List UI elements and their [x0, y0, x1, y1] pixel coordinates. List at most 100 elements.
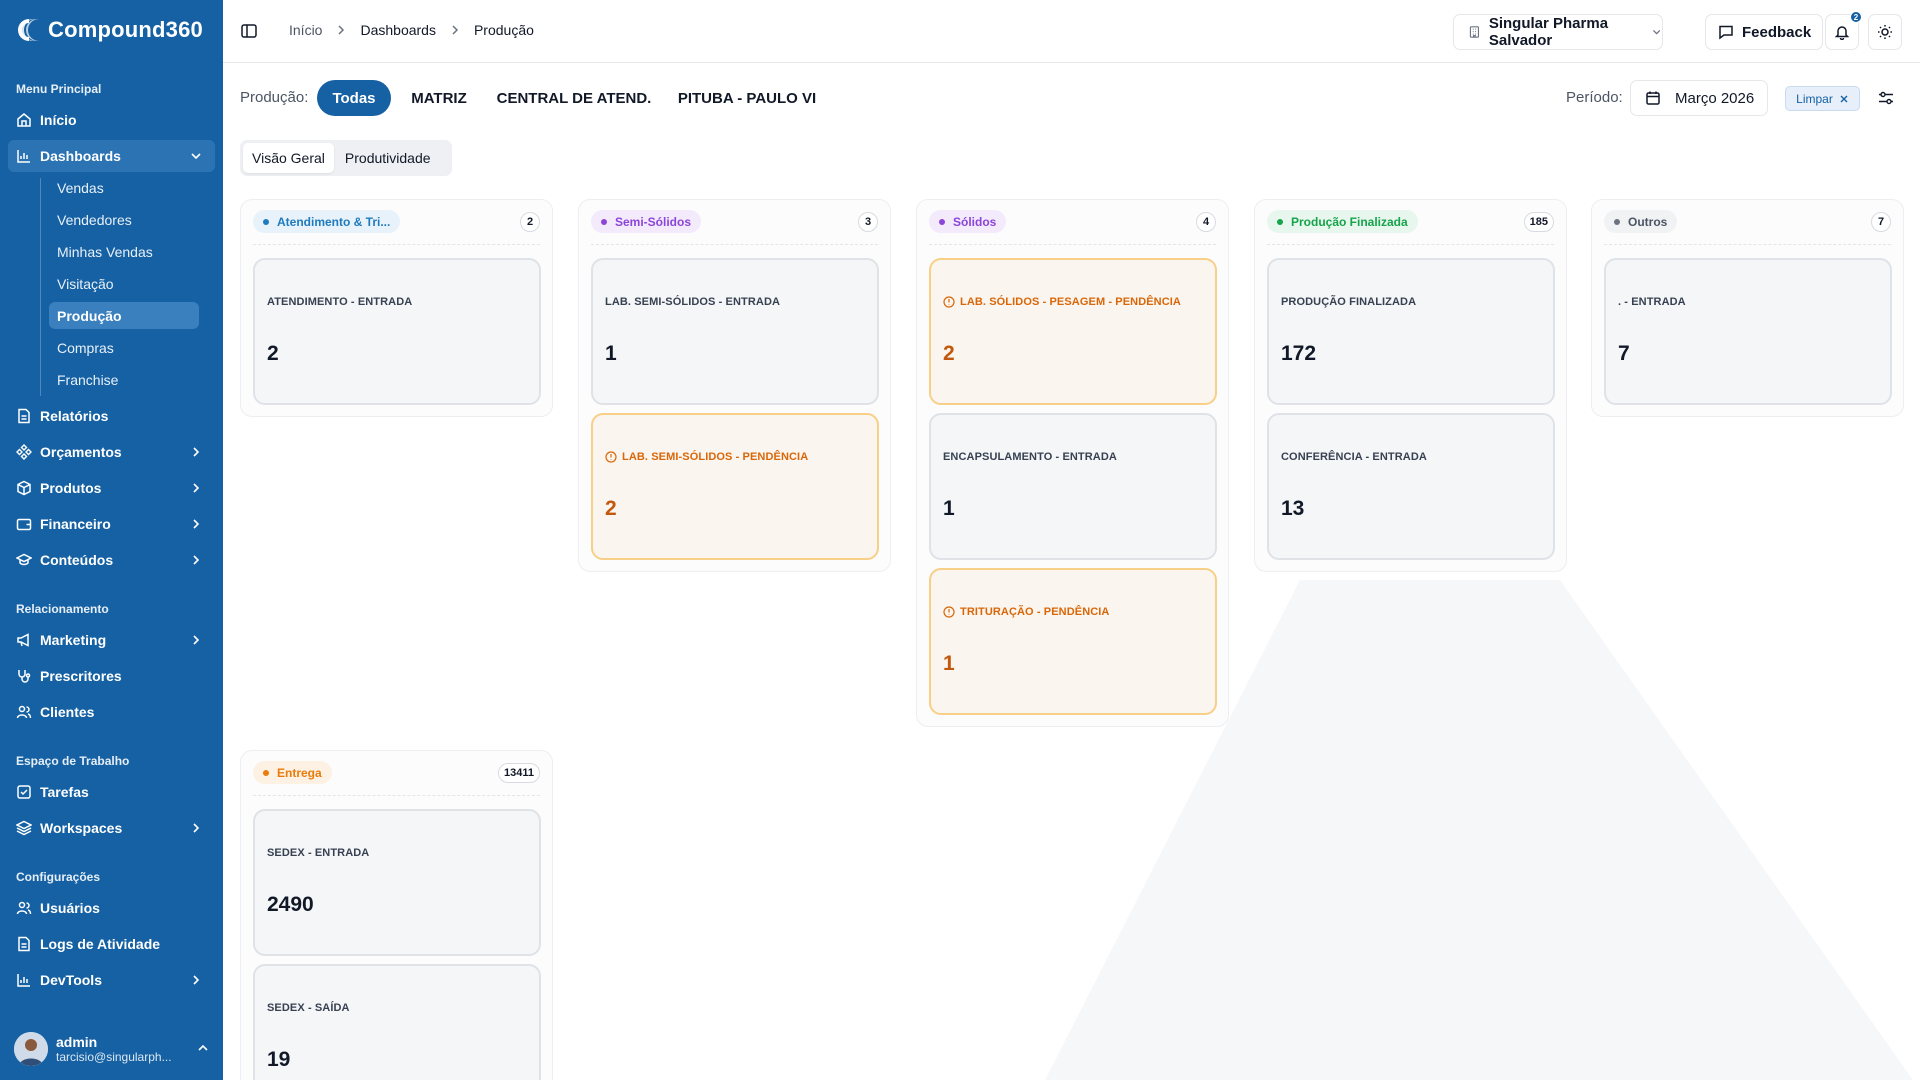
sidebar-item-logs[interactable]: Logs de Atividade [8, 928, 215, 960]
period-label: Período: [1566, 89, 1623, 106]
stage-card[interactable]: ATENDIMENTO - ENTRADA 2 [253, 258, 541, 405]
period-picker[interactable]: Março 2026 [1630, 80, 1768, 116]
chip-pituba[interactable]: PITUBA - PAULO VI [672, 80, 822, 116]
diamonds-icon [16, 444, 32, 460]
column-count: 4 [1196, 212, 1216, 232]
stage-card[interactable]: SEDEX - ENTRADA 2490 [253, 809, 541, 956]
sidebar-item-financeiro[interactable]: Financeiro [8, 508, 215, 540]
column-producao-finalizada: Produção Finalizada 185 PRODUÇÃO FINALIZ… [1254, 199, 1567, 572]
sliders-icon[interactable] [1878, 90, 1894, 106]
breadcrumb: Início Dashboards Produção [289, 22, 534, 38]
sidebar-item-tarefas[interactable]: Tarefas [8, 776, 215, 808]
card-title: PRODUÇÃO FINALIZADA [1281, 296, 1416, 308]
sidebar-item-label: Orçamentos [40, 444, 122, 460]
column-title: Outros [1604, 210, 1678, 233]
message-square-icon [1719, 25, 1733, 40]
card-title: SEDEX - SAÍDA [267, 1002, 350, 1014]
sidebar-subitem-vendas[interactable]: Vendas [49, 174, 199, 201]
stage-card[interactable]: SEDEX - SAÍDA 19 [253, 964, 541, 1080]
close-icon [1840, 95, 1848, 102]
bar-chart-icon [16, 148, 32, 164]
chip-todas[interactable]: Todas [317, 80, 391, 116]
stage-card[interactable]: CONFERÊNCIA - ENTRADA 13 [1267, 413, 1555, 560]
production-filter-label: Produção: [240, 89, 309, 106]
theme-toggle-button[interactable] [1868, 14, 1902, 50]
chevron-up-icon [198, 1044, 208, 1051]
sidebar-item-conteudos[interactable]: Conteúdos [8, 544, 215, 576]
sidebar-item-orcamentos[interactable]: Orçamentos [8, 436, 215, 468]
sidebar-subitem-vendedores[interactable]: Vendedores [49, 206, 199, 233]
sidebar-item-usuarios[interactable]: Usuários [8, 892, 215, 924]
graduation-cap-icon [16, 552, 32, 568]
column-count: 3 [858, 212, 878, 232]
card-value: 172 [1281, 342, 1317, 365]
column-solidos: Sólidos 4 LAB. SÓLIDOS - PESAGEM - PENDÊ… [916, 199, 1229, 727]
stage-card[interactable]: ENCAPSULAMENTO - ENTRADA 1 [929, 413, 1217, 560]
sidebar-subitem-compras[interactable]: Compras [49, 334, 199, 361]
sidebar-toggle-icon[interactable] [240, 22, 258, 40]
stage-card[interactable]: PRODUÇÃO FINALIZADA 172 [1267, 258, 1555, 405]
card-value: 1 [943, 652, 955, 675]
sidebar-subitem-franchise[interactable]: Franchise [49, 366, 199, 393]
app-logo[interactable]: Compound360 [16, 17, 203, 43]
column-divider [591, 244, 878, 245]
sidebar-item-relatorios[interactable]: Relatórios [8, 400, 215, 432]
clear-filter-button[interactable]: Limpar [1785, 86, 1860, 111]
column-entrega: Entrega 13411 SEDEX - ENTRADA 2490 SEDEX… [240, 750, 553, 1080]
stage-card[interactable]: LAB. SEMI-SÓLIDOS - ENTRADA 1 [591, 258, 879, 405]
feedback-button[interactable]: Feedback [1705, 14, 1823, 50]
breadcrumb-inicio[interactable]: Início [289, 22, 322, 38]
sidebar-item-dashboards[interactable]: Dashboards [8, 140, 215, 172]
column-title-text: Sólidos [953, 214, 997, 229]
column-header: Outros 7 [1604, 210, 1891, 234]
status-dot [263, 218, 269, 225]
clear-label: Limpar [1796, 91, 1833, 106]
sidebar-subitem-minhas-vendas[interactable]: Minhas Vendas [49, 238, 199, 265]
sidebar-subitem-visitacao[interactable]: Visitação [49, 270, 199, 297]
sidebar-item-clientes[interactable]: Clientes [8, 696, 215, 728]
bar-chart-icon [16, 972, 32, 988]
column-divider [1267, 244, 1554, 245]
sidebar-subitem-producao[interactable]: Produção [49, 302, 199, 329]
user-menu[interactable]: admin tarcisio@singularph... [14, 1029, 210, 1069]
submenu-line [40, 178, 41, 396]
stage-card[interactable]: . - ENTRADA 7 [1604, 258, 1892, 405]
card-title-text: LAB. SEMI-SÓLIDOS - PENDÊNCIA [622, 451, 809, 463]
chip-central-atend[interactable]: CENTRAL DE ATEND. [494, 80, 654, 116]
card-value: 19 [267, 1048, 291, 1071]
card-value: 13 [1281, 497, 1305, 520]
avatar [14, 1032, 48, 1066]
card-title-text: . - ENTRADA [1618, 296, 1686, 308]
sidebar-item-label: Usuários [40, 900, 100, 916]
stage-card-pending[interactable]: TRITURAÇÃO - PENDÊNCIA 1 [929, 568, 1217, 715]
sidebar-item-marketing[interactable]: Marketing [8, 624, 215, 656]
breadcrumb-dashboards[interactable]: Dashboards [360, 22, 436, 38]
sidebar-item-workspaces[interactable]: Workspaces [8, 812, 215, 844]
sidebar-item-devtools[interactable]: DevTools [8, 964, 215, 996]
column-title: Sólidos [929, 210, 1007, 233]
layers-icon [16, 820, 32, 836]
file-text-icon [16, 408, 32, 424]
stage-card-pending[interactable]: LAB. SÓLIDOS - PESAGEM - PENDÊNCIA 2 [929, 258, 1217, 405]
card-title-text: SEDEX - SAÍDA [267, 1002, 350, 1014]
column-header: Atendimento & Tri... 2 [253, 210, 540, 234]
tab-produtividade[interactable]: Produtividade [336, 143, 440, 173]
sidebar-item-inicio[interactable]: Início [8, 104, 215, 136]
sidebar-item-produtos[interactable]: Produtos [8, 472, 215, 504]
card-title: TRITURAÇÃO - PENDÊNCIA [943, 606, 1109, 618]
sidebar-item-label: Relatórios [40, 408, 109, 424]
chevron-right-icon [193, 975, 200, 985]
card-title: CONFERÊNCIA - ENTRADA [1281, 451, 1427, 463]
sidebar-item-prescritores[interactable]: Prescritores [8, 660, 215, 692]
store-selector[interactable]: Singular Pharma Salvador [1453, 14, 1663, 50]
notifications-button[interactable]: 2 [1825, 11, 1862, 50]
tab-visao-geral[interactable]: Visão Geral [243, 143, 334, 173]
stage-card-pending[interactable]: LAB. SEMI-SÓLIDOS - PENDÊNCIA 2 [591, 413, 879, 560]
chevron-right-icon [193, 519, 200, 529]
package-icon [16, 480, 32, 496]
column-count: 7 [1871, 212, 1891, 232]
chip-matriz[interactable]: MATRIZ [403, 80, 475, 116]
column-title-text: Outros [1628, 214, 1668, 229]
column-header: Sólidos 4 [929, 210, 1216, 234]
alert-circle-icon [943, 296, 955, 308]
